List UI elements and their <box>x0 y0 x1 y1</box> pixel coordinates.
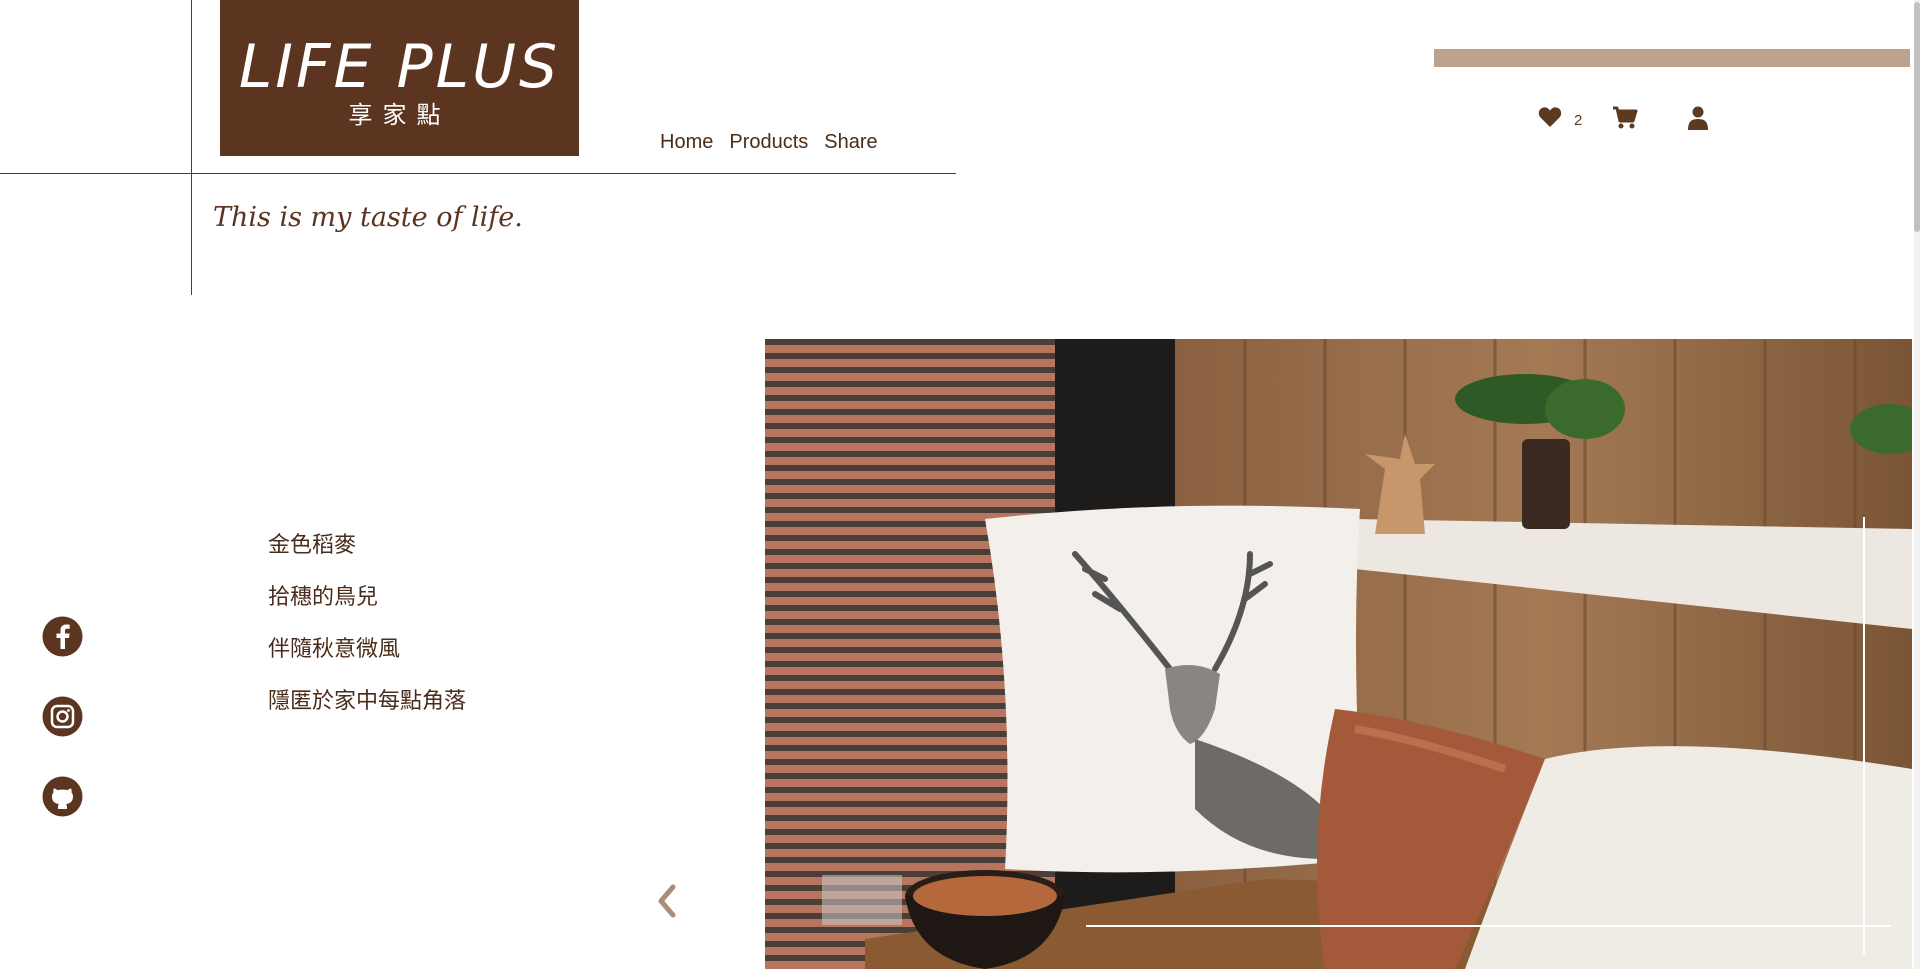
nav-share[interactable]: Share <box>824 131 877 154</box>
hero-image <box>765 339 1912 969</box>
instagram-icon[interactable] <box>42 696 83 737</box>
poem-line: 拾穗的鳥兒 <box>268 585 379 610</box>
wishlist-count: 2 <box>1574 112 1583 129</box>
poem-line: 金色稻麥 <box>268 533 357 558</box>
tagline: This is my taste of life. <box>213 202 523 233</box>
carousel-prev-button[interactable] <box>655 884 679 922</box>
logo[interactable]: LIFE PLUS 享家點 <box>220 0 579 156</box>
nav-home[interactable]: Home <box>660 131 713 154</box>
scrollbar-thumb[interactable] <box>1914 2 1920 232</box>
logo-text-zh: 享家點 <box>348 101 451 129</box>
logo-text-en: LIFE PLUS <box>238 32 561 102</box>
cart-icon[interactable] <box>1612 106 1638 134</box>
accent-bar <box>1434 49 1910 67</box>
poem-line: 伴隨秋意微風 <box>268 637 401 662</box>
hero-frame-line-horizontal <box>1086 925 1891 927</box>
github-icon[interactable] <box>42 776 83 817</box>
nav-products[interactable]: Products <box>729 131 808 154</box>
carousel-thumbnail[interactable] <box>822 875 902 925</box>
header-vertical-divider <box>191 0 192 295</box>
user-icon[interactable] <box>1688 106 1708 134</box>
main-nav: Home Products Share <box>660 131 878 154</box>
header-horizontal-divider <box>0 173 956 174</box>
poem-line: 隱匿於家中每點角落 <box>268 689 467 714</box>
heart-icon[interactable] <box>1538 106 1562 132</box>
hero-frame-line-vertical <box>1863 517 1865 955</box>
poem: 金色稻麥 拾穗的鳥兒 伴隨秋意微風 隱匿於家中每點角落 <box>268 520 466 728</box>
toolbar: 2 <box>1538 106 1718 134</box>
chevron-left-icon <box>658 884 676 918</box>
facebook-icon[interactable] <box>42 616 83 657</box>
scrollbar[interactable] <box>1914 0 1920 969</box>
